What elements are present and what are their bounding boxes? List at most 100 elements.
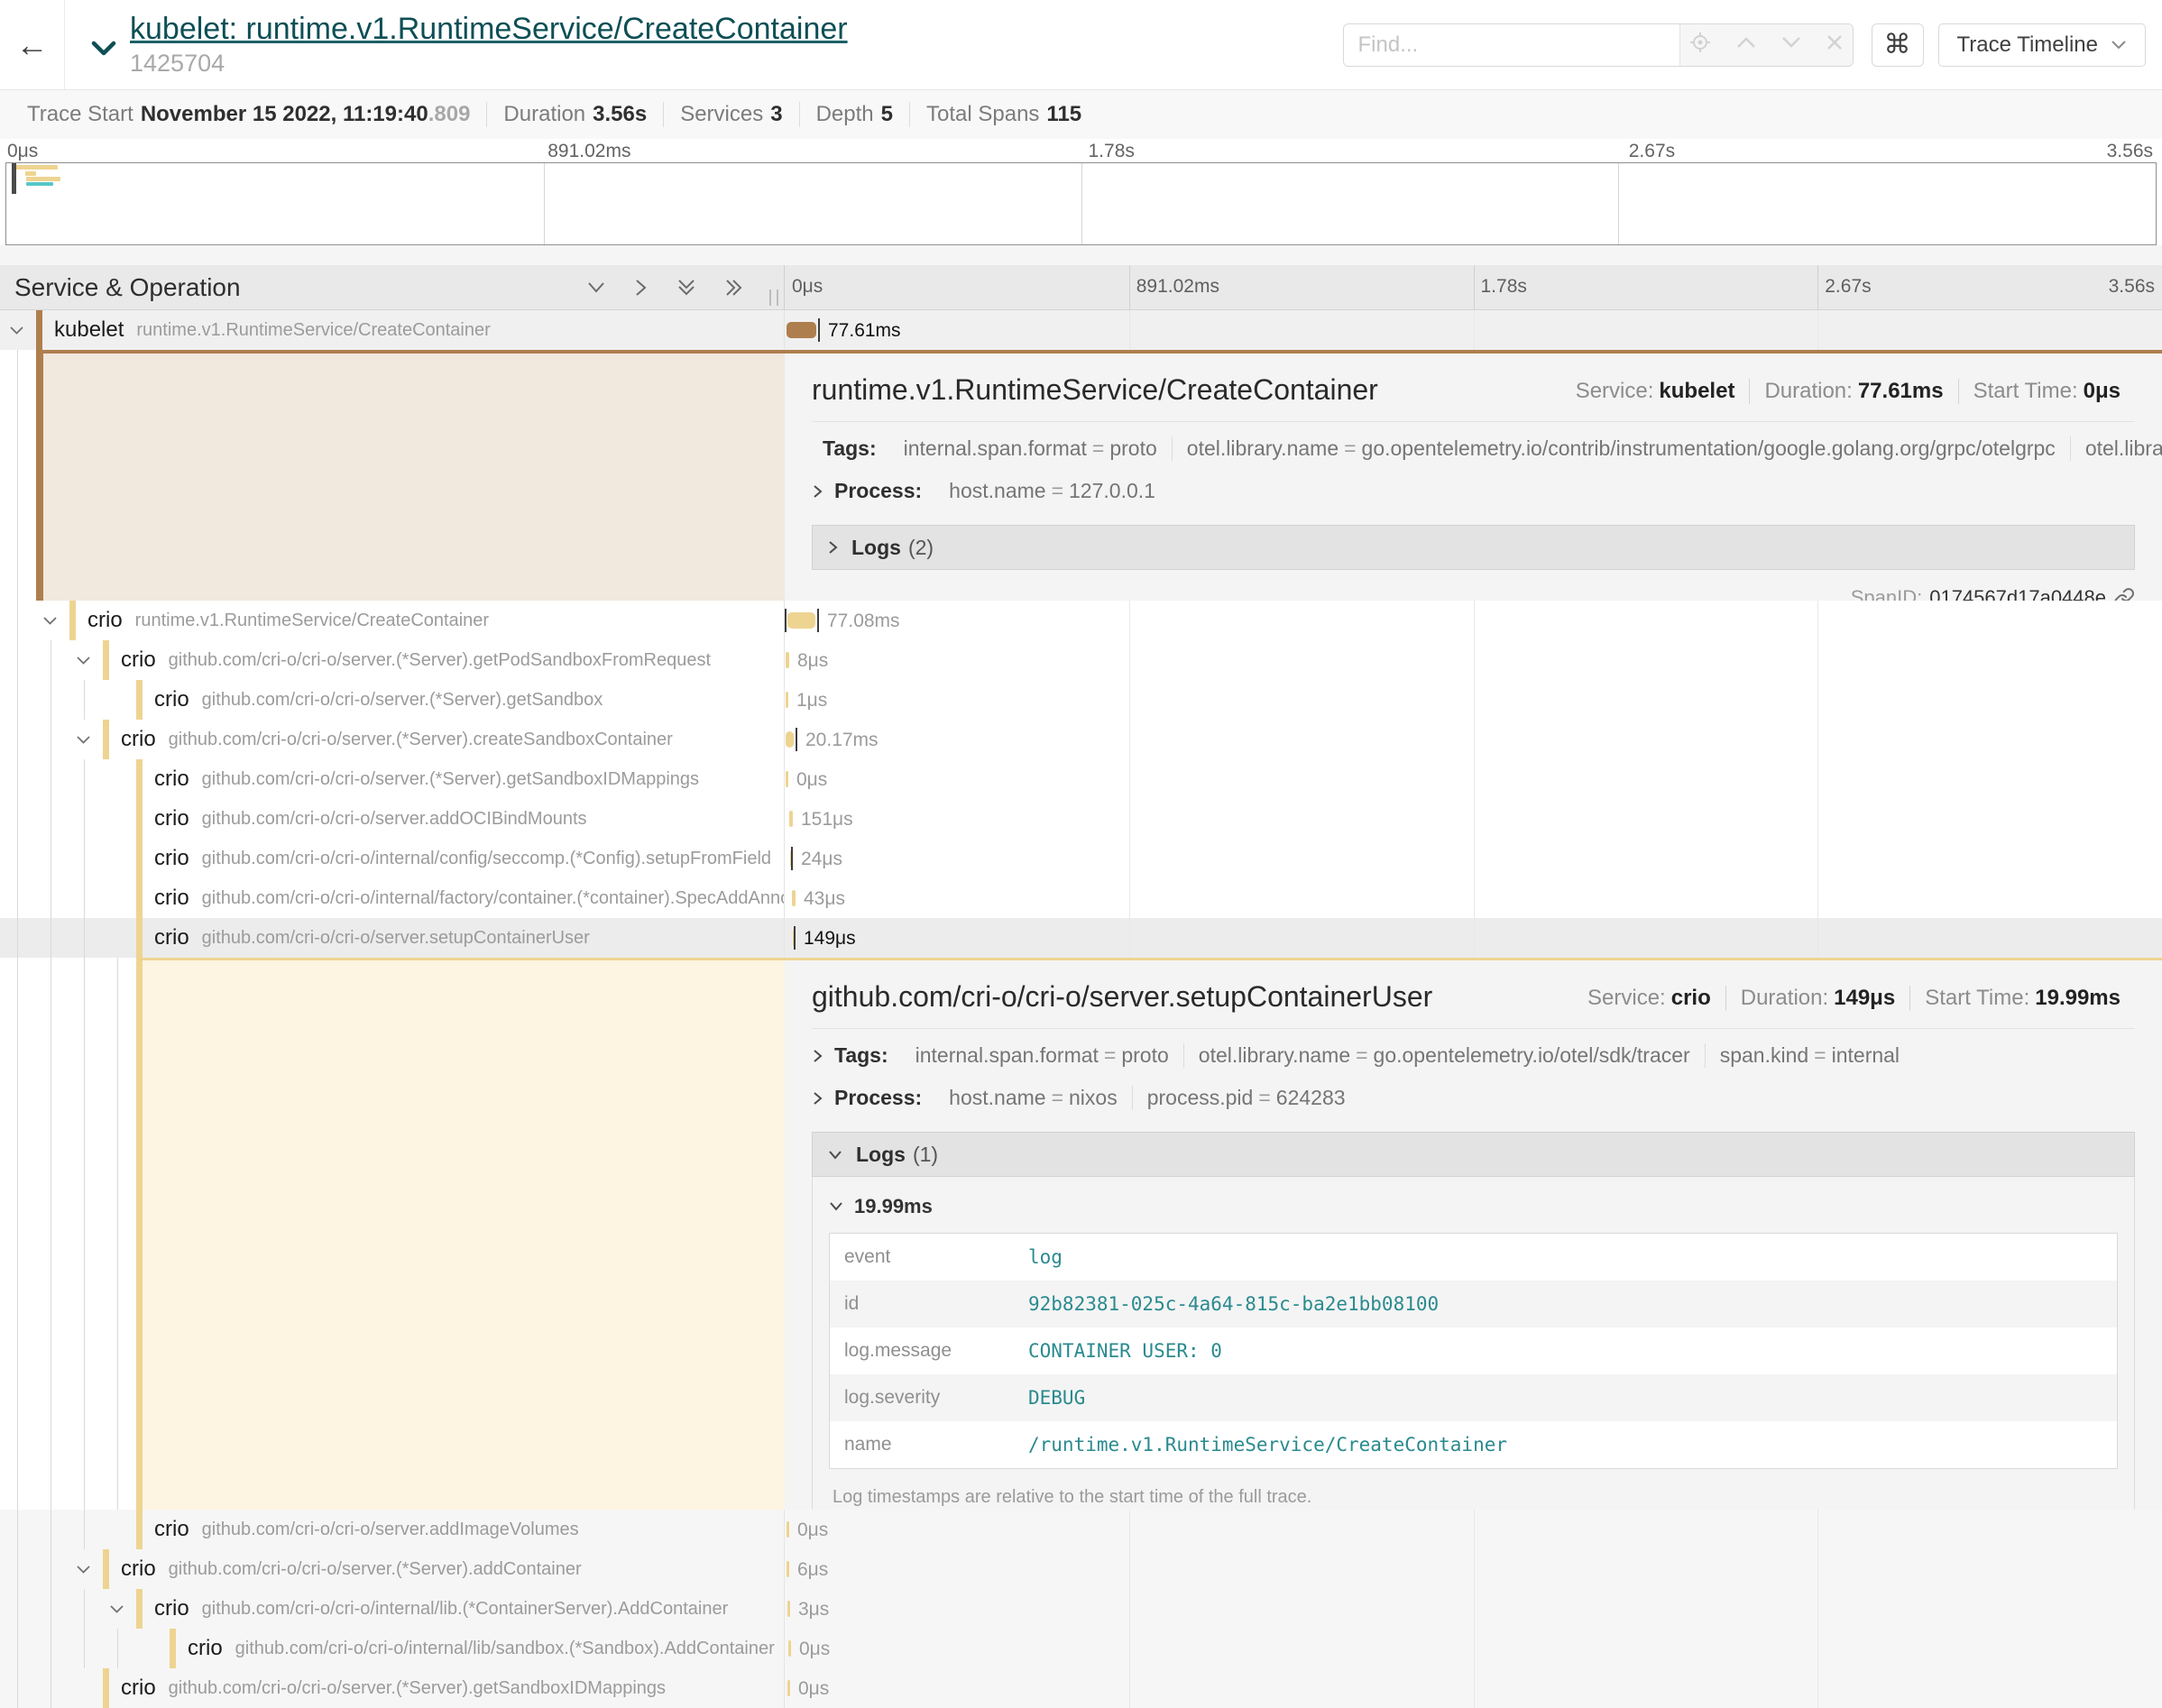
- span-duration-bar[interactable]: [787, 1561, 789, 1577]
- span-duration-bar[interactable]: [792, 890, 796, 906]
- span-duration-bar[interactable]: [786, 652, 789, 668]
- keyboard-shortcuts-button[interactable]: ⌘: [1872, 23, 1924, 67]
- collapse-one-icon[interactable]: [585, 280, 607, 295]
- logs-toggle[interactable]: Logs (1): [812, 1132, 2135, 1177]
- span-row[interactable]: criogithub.com/cri-o/cri-o/server.(*Serv…: [0, 640, 2162, 680]
- span-row-timeline[interactable]: 3μs: [785, 1589, 2162, 1629]
- minimap-canvas[interactable]: [5, 162, 2157, 245]
- span-row[interactable]: criogithub.com/cri-o/cri-o/server.(*Serv…: [0, 680, 2162, 720]
- span-row[interactable]: criogithub.com/cri-o/cri-o/internal/conf…: [0, 839, 2162, 878]
- expand-chevron-icon[interactable]: [9, 324, 24, 340]
- tags-row[interactable]: Tags: internal.span.format=protootel.lib…: [812, 1034, 2135, 1077]
- expand-one-icon[interactable]: [634, 277, 649, 298]
- clear-search-icon[interactable]: [1826, 33, 1844, 56]
- span-row-timeline[interactable]: 8μs: [785, 640, 2162, 680]
- log-field-row: name/runtime.v1.RuntimeService/CreateCon…: [830, 1421, 2117, 1468]
- span-row[interactable]: criogithub.com/cri-o/cri-o/server.(*Serv…: [0, 1549, 2162, 1589]
- span-service-name: crio: [121, 647, 156, 673]
- span-duration-label: 0μs: [798, 1678, 829, 1700]
- span-row-timeline[interactable]: 0μs: [785, 1629, 2162, 1668]
- tags-row[interactable]: Tags: internal.span.format=protootel.lib…: [812, 427, 2135, 470]
- span-duration-bar[interactable]: [786, 692, 788, 708]
- copy-link-icon[interactable]: [2113, 587, 2135, 601]
- span-row-timeline[interactable]: 0μs: [785, 759, 2162, 799]
- span-duration-bar[interactable]: [787, 1680, 790, 1696]
- collapse-all-icon[interactable]: [676, 278, 697, 298]
- span-row-timeline[interactable]: 0μs: [785, 1668, 2162, 1708]
- span-name-wrap: criogithub.com/cri-o/cri-o/internal/conf…: [154, 839, 771, 878]
- span-duration-bar[interactable]: [786, 771, 788, 787]
- span-row[interactable]: criogithub.com/cri-o/cri-o/server.(*Serv…: [0, 720, 2162, 759]
- prev-result-icon[interactable]: [1735, 35, 1757, 54]
- expand-chevron-icon[interactable]: [76, 1563, 91, 1579]
- span-duration-bar[interactable]: [789, 811, 793, 827]
- span-row[interactable]: criogithub.com/cri-o/cri-o/server.addOCI…: [0, 799, 2162, 839]
- span-row-timeline[interactable]: 20.17ms: [785, 720, 2162, 759]
- span-color-bar: [136, 1589, 143, 1629]
- column-resizer[interactable]: [769, 289, 778, 306]
- span-detail-meta: Service:kubeletDuration:77.61msStart Tim…: [1561, 373, 2135, 404]
- span-row[interactable]: criogithub.com/cri-o/cri-o/internal/fact…: [0, 878, 2162, 918]
- span-row[interactable]: crioruntime.v1.RuntimeService/CreateCont…: [0, 601, 2162, 640]
- span-row[interactable]: criogithub.com/cri-o/cri-o/server.(*Serv…: [0, 759, 2162, 799]
- minimap-drag-handle[interactable]: [12, 163, 16, 194]
- span-row[interactable]: criogithub.com/cri-o/cri-o/server.setupC…: [0, 918, 2162, 958]
- span-duration-label: 77.08ms: [827, 611, 900, 632]
- span-duration-label: 20.17ms: [805, 730, 879, 751]
- process-row[interactable]: Process: host.name=nixosprocess.pid=6242…: [812, 1077, 2135, 1119]
- span-duration-bar[interactable]: [786, 731, 794, 748]
- timeline-gridline: [1817, 759, 1818, 799]
- focus-match-icon[interactable]: [1688, 31, 1712, 59]
- span-row[interactable]: criogithub.com/cri-o/cri-o/internal/lib.…: [0, 1589, 2162, 1629]
- find-input[interactable]: [1344, 24, 1679, 66]
- span-operation-name: github.com/cri-o/cri-o/server.(*Server).…: [202, 690, 603, 711]
- span-color-bar: [36, 310, 42, 350]
- chevron-right-icon: [827, 539, 839, 556]
- span-service-name: crio: [121, 1556, 156, 1582]
- span-row[interactable]: criogithub.com/cri-o/cri-o/internal/lib/…: [0, 1629, 2162, 1668]
- timeline-gridline: [1129, 1549, 1130, 1589]
- span-boundary-tick: [791, 847, 793, 870]
- trace-collapse-chevron-icon[interactable]: [90, 40, 117, 62]
- span-row[interactable]: kubeletruntime.v1.RuntimeService/CreateC…: [0, 310, 2162, 350]
- back-button[interactable]: ←: [0, 0, 65, 89]
- span-duration-bar[interactable]: [787, 612, 815, 629]
- indent-guide: [17, 640, 18, 680]
- span-row-timeline[interactable]: 151μs: [785, 799, 2162, 839]
- span-duration-bar[interactable]: [787, 1601, 790, 1617]
- expand-chevron-icon[interactable]: [109, 1602, 124, 1619]
- trace-title-link[interactable]: kubelet: runtime.v1.RuntimeService/Creat…: [130, 12, 848, 47]
- span-row-left: criogithub.com/cri-o/cri-o/server.(*Serv…: [0, 680, 785, 720]
- span-boundary-tick: [796, 728, 797, 751]
- span-row-timeline[interactable]: 43μs: [785, 878, 2162, 918]
- span-row[interactable]: criogithub.com/cri-o/cri-o/server.(*Serv…: [0, 1668, 2162, 1708]
- expand-chevron-icon[interactable]: [76, 733, 91, 749]
- expand-chevron-icon[interactable]: [42, 614, 58, 630]
- span-row-timeline[interactable]: 24μs: [785, 839, 2162, 878]
- span-row-timeline[interactable]: 1μs: [785, 680, 2162, 720]
- span-row-timeline[interactable]: 77.61ms: [785, 310, 2162, 350]
- expand-all-icon[interactable]: [724, 277, 744, 298]
- span-duration-bar[interactable]: [787, 322, 816, 338]
- span-row-timeline[interactable]: 0μs: [785, 1510, 2162, 1549]
- span-row-timeline[interactable]: 149μs: [785, 918, 2162, 958]
- span-row-timeline[interactable]: 77.08ms: [785, 601, 2162, 640]
- indent-guide: [17, 918, 18, 958]
- span-color-bar: [103, 640, 109, 680]
- log-field-value: /runtime.v1.RuntimeService/CreateContain…: [1019, 1421, 1516, 1468]
- span-duration-bar[interactable]: [788, 1640, 791, 1657]
- log-entry-toggle[interactable]: 19.99ms: [829, 1195, 2118, 1218]
- span-row-timeline[interactable]: 6μs: [785, 1549, 2162, 1589]
- next-result-icon[interactable]: [1780, 35, 1802, 54]
- expand-chevron-icon[interactable]: [76, 654, 91, 670]
- log-field-key: id: [830, 1281, 1019, 1327]
- trace-view-selector[interactable]: Trace Timeline: [1938, 23, 2147, 67]
- span-duration-bar[interactable]: [787, 1521, 789, 1538]
- span-row[interactable]: criogithub.com/cri-o/cri-o/server.addIma…: [0, 1510, 2162, 1549]
- process-row[interactable]: Process: host.name=127.0.0.1: [812, 470, 2135, 512]
- logs-toggle[interactable]: Logs (2): [812, 525, 2135, 570]
- span-row-left: kubeletruntime.v1.RuntimeService/CreateC…: [0, 310, 785, 350]
- timeline-gridline: [1474, 918, 1475, 958]
- top-bar: ← kubelet: runtime.v1.RuntimeService/Cre…: [0, 0, 2162, 90]
- indent-guide: [17, 1668, 18, 1708]
